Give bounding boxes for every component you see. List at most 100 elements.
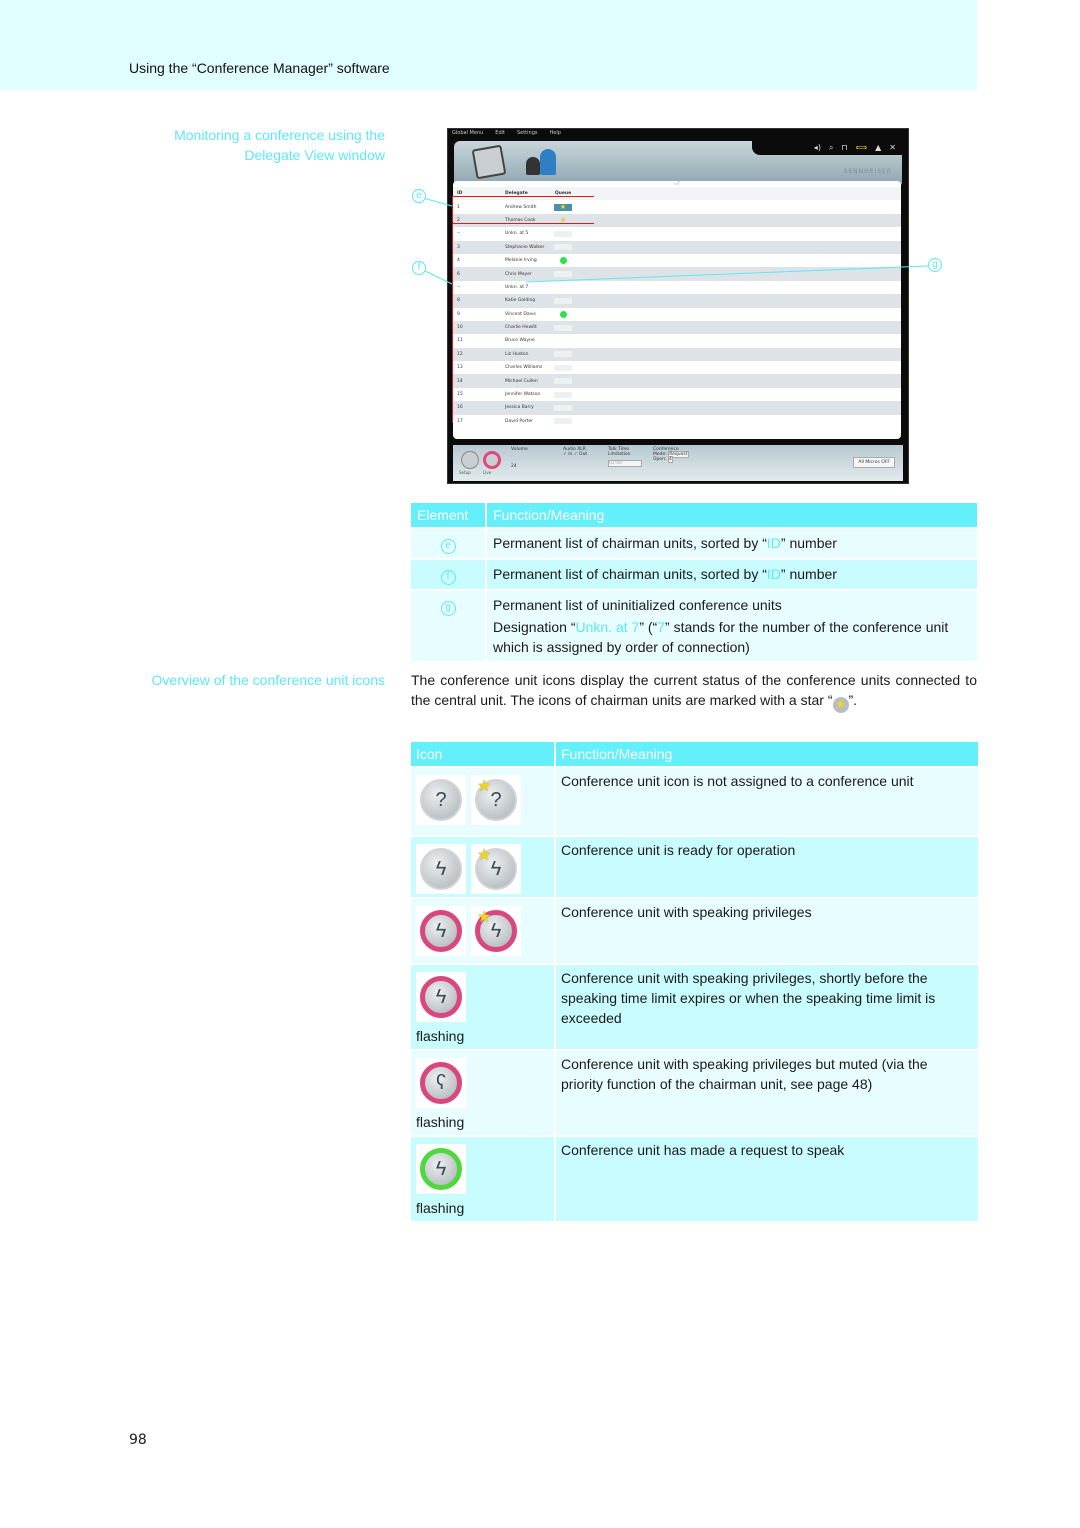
talk-time-section: Talk Time Limitation 02:00: [608, 447, 642, 467]
menu-settings[interactable]: Settings: [517, 130, 538, 140]
delegate-row[interactable]: 4 Melanie Irving: [453, 254, 901, 267]
element-marker: e: [440, 539, 456, 554]
speaking-muted-icon: ʕ: [416, 1058, 466, 1108]
icon-meaning: Conference unit with speaking privileges…: [556, 1051, 978, 1135]
close-icon[interactable]: ✕: [889, 143, 896, 153]
delegate-row[interactable]: 2 Thomas Cook ★: [453, 213, 901, 228]
warning-icon[interactable]: ▲: [875, 143, 881, 153]
chairman-star-icon: ★: [554, 203, 572, 211]
marker-f-top: [452, 223, 594, 224]
delegate-row[interactable]: 16 Jessica Barry: [453, 401, 901, 415]
window-controls: ◂) ⌕ ⊓ ⟺ ▲ ✕: [752, 141, 902, 155]
delegate-name: Stephanie Walker: [505, 244, 545, 250]
marker-f-side: [452, 223, 453, 423]
link-icon[interactable]: ⟺: [856, 143, 867, 153]
delegate-id: --: [457, 231, 461, 237]
live-button[interactable]: [483, 451, 501, 469]
queue-empty: [554, 351, 572, 358]
volume-section: Volume 24: [511, 447, 528, 469]
limitation-checkbox[interactable]: Limitation: [608, 452, 631, 457]
conference-section: Conference Mode: Request Open: 4: [653, 447, 689, 463]
delegate-id: 10: [457, 325, 463, 331]
queue-cell: [551, 351, 575, 358]
all-micros-off-button[interactable]: All Micros OFF: [853, 457, 895, 468]
queue-cell: [551, 324, 575, 331]
section-heading-line: Delegate View window: [244, 147, 385, 163]
queue-empty: [554, 364, 572, 371]
queue-cell: [551, 271, 575, 278]
text: ” number: [780, 566, 837, 582]
setup-label: Setup: [459, 470, 471, 475]
setup-button[interactable]: [461, 451, 479, 469]
delegate-row[interactable]: 15 Jennifer Watson: [453, 388, 901, 401]
intro-text-end: ”.: [848, 692, 858, 708]
section-heading-overview: Overview of the conference unit icons: [151, 672, 385, 688]
queue-cell: [551, 257, 575, 265]
table-row: ϟ ϟ ★ Conference unit is ready for operat…: [411, 837, 978, 897]
icon-table: Icon Function/Meaning ? ? ★ Conference un…: [409, 740, 980, 1223]
icon-meaning: Conference unit has made a request to sp…: [556, 1137, 978, 1221]
marker-e-top: [452, 196, 594, 197]
delegate-row[interactable]: 14 Michael Cullen: [453, 374, 901, 388]
text: ” (“: [639, 619, 658, 635]
element-header: Element: [411, 503, 485, 527]
ready-chairman-unit-icon: ϟ ★: [471, 844, 521, 894]
delegate-row[interactable]: -- Unkn. at 5: [453, 227, 901, 240]
request-to-speak-icon: ϟ: [416, 1144, 466, 1194]
queue-cell: ★: [551, 203, 575, 211]
brand-logo: SENNHEISER: [843, 168, 892, 175]
delegate-row[interactable]: 13 Charles Williams: [453, 361, 901, 374]
delegate-row[interactable]: -- Unkn. at 7: [453, 281, 901, 294]
table-row: ϟ flashing Conference unit has made a re…: [411, 1137, 978, 1221]
delegate-name: David Porter: [505, 418, 533, 424]
delegate-row[interactable]: 10 Charlie Hewitt: [453, 320, 901, 335]
queue-empty: [554, 404, 572, 411]
text: Designation “: [493, 619, 576, 635]
delegate-id: 8: [457, 298, 460, 304]
delegate-id: 12: [457, 351, 463, 357]
table-row: ? ? ★ Conference unit icon is not assigne…: [411, 768, 978, 835]
delegate-row[interactable]: 1 Andrew Smith ★: [453, 200, 901, 213]
delegate-row[interactable]: 9 Vincent Davis: [453, 308, 901, 321]
delegate-row[interactable]: 12 Liz Huston: [453, 347, 901, 362]
delegate-row[interactable]: 3 Stephanie Walker: [453, 240, 901, 254]
volume-label: Volume: [511, 447, 528, 452]
camera-icon[interactable]: [471, 144, 507, 180]
delegate-name: Bruce Wayne: [505, 338, 535, 344]
in-checkbox[interactable]: In: [568, 452, 572, 457]
table-row: g Permanent list of uninitialized confer…: [411, 591, 977, 661]
queue-cell: [551, 244, 575, 251]
control-bar: Setup Live Volume 24 Audio XLR ✓ In ✓ Ou…: [453, 445, 903, 481]
intro-paragraph: The conference unit icons display the cu…: [411, 670, 977, 713]
open-label: Open:: [653, 457, 667, 462]
queue-empty: [554, 230, 572, 237]
delegate-row[interactable]: 17 David Porter: [453, 415, 901, 428]
function-header: Function/Meaning: [556, 742, 978, 766]
zoom-icon[interactable]: ⌕: [829, 143, 833, 153]
app-toolbar: ◂) ⌕ ⊓ ⟺ ▲ ✕ SENNHEISER: [454, 141, 902, 185]
delegate-row[interactable]: 8 Katie Golding: [453, 294, 901, 308]
queue-cell: [551, 297, 575, 304]
delegates-icon[interactable]: [526, 147, 558, 175]
menu-help[interactable]: Help: [549, 130, 560, 140]
text: Permanent list of chairman units, sorted…: [493, 566, 767, 582]
section-heading-line: Monitoring a conference using the: [174, 127, 385, 143]
text: Permanent list of chairman units, sorted…: [493, 535, 767, 551]
talk-time-input[interactable]: 02:00: [608, 460, 642, 467]
delegate-row[interactable]: 11 Bruce Wayne: [453, 334, 901, 347]
request-indicator-icon: [559, 310, 567, 318]
delegate-row[interactable]: 6 Chris Meyer: [453, 267, 901, 281]
function-header: Function/Meaning: [487, 503, 977, 527]
delegate-id: 4: [457, 258, 460, 264]
menu-edit[interactable]: Edit: [495, 130, 505, 140]
menu-global[interactable]: Global Menu: [452, 130, 483, 140]
highlight: Unkn. at 7: [575, 619, 640, 635]
unlock-icon[interactable]: ⊓: [841, 143, 847, 153]
out-checkbox[interactable]: Out: [579, 452, 587, 457]
volume-icon[interactable]: ◂): [814, 143, 821, 153]
delegate-id: 13: [457, 365, 463, 371]
open-select[interactable]: 4: [667, 456, 673, 463]
icon-meaning: Conference unit with speaking privileges…: [556, 965, 978, 1049]
table-row: e Permanent list of chairman units, sort…: [411, 529, 977, 558]
delegate-id: 11: [457, 338, 463, 344]
